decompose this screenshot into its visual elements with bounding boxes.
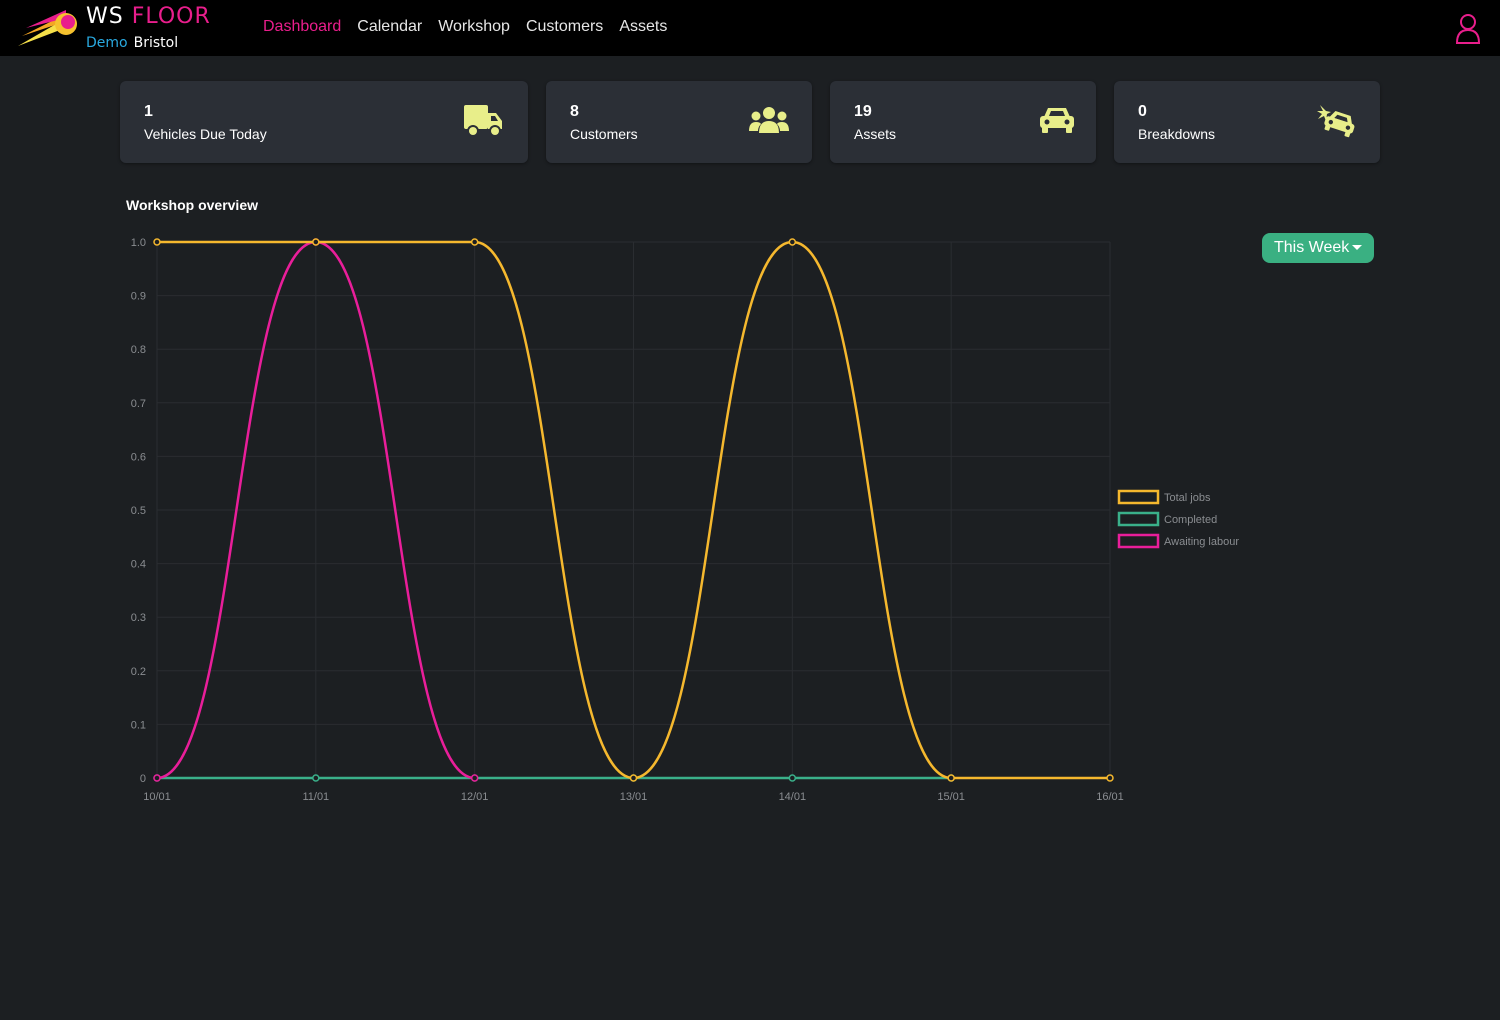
brand-title: WS FLOOR <box>86 4 211 30</box>
stat-value: 19 <box>854 103 872 120</box>
brand-ws: WS <box>86 4 124 29</box>
nav-customers[interactable]: Customers <box>526 17 603 37</box>
y-tick-label: 0.2 <box>131 666 146 678</box>
stat-label: Customers <box>570 126 638 142</box>
x-tick-label: 14/01 <box>779 791 807 803</box>
users-icon <box>749 107 789 133</box>
date-range-dropdown-button[interactable]: This Week <box>1262 233 1374 263</box>
data-point <box>947 774 955 782</box>
legend-swatch <box>1117 489 1160 505</box>
y-tick-label: 0.3 <box>131 612 146 624</box>
data-point <box>629 774 638 782</box>
x-tick-label: 13/01 <box>620 791 648 803</box>
stat-label: Breakdowns <box>1138 126 1216 142</box>
x-tick-label: 11/01 <box>302 791 329 803</box>
y-tick-label: 0.1 <box>131 719 146 731</box>
data-point <box>470 774 479 782</box>
stat-value: 8 <box>570 103 579 120</box>
y-tick-label: 0.7 <box>131 398 146 410</box>
y-tick-label: 0 <box>140 773 146 785</box>
nav-assets[interactable]: Assets <box>619 17 667 37</box>
truck-icon <box>464 105 502 137</box>
comet-logo-icon[interactable] <box>16 6 80 50</box>
y-tick-label: 0.6 <box>131 451 146 463</box>
data-point <box>153 774 161 782</box>
data-point <box>312 774 320 782</box>
caret-down-icon <box>1352 245 1362 250</box>
workshop-overview-chart: 0 0.1 0.2 0.3 0.4 0.5 0.6 0.7 0.8 0.9 1.0 10/01 11/0… <box>131 237 1240 803</box>
legend-label: Completed <box>1164 514 1217 526</box>
stat-value: 1 <box>144 103 153 120</box>
data-point <box>312 238 320 246</box>
car-icon <box>1040 108 1074 133</box>
legend-label: Total jobs <box>1164 492 1211 504</box>
legend-swatch <box>1117 511 1160 527</box>
car-crash-icon <box>1317 105 1355 138</box>
legend-label: Awaiting labour <box>1164 536 1239 548</box>
y-tick-label: 0.9 <box>131 291 146 303</box>
brand-demo: Demo <box>86 35 128 51</box>
data-point <box>470 238 479 246</box>
nav-dashboard[interactable]: Dashboard <box>263 17 341 37</box>
date-range-label: This Week <box>1274 239 1350 256</box>
nav-calendar[interactable]: Calendar <box>357 17 422 37</box>
x-tick-label: 16/01 <box>1096 791 1124 803</box>
x-tick-label: 15/01 <box>937 791 965 803</box>
data-point <box>153 238 161 246</box>
stat-card-breakdowns[interactable]: 0 Breakdowns <box>1114 81 1380 163</box>
nav-workshop[interactable]: Workshop <box>438 17 510 37</box>
data-point <box>1106 774 1114 782</box>
y-tick-label: 0.5 <box>131 505 146 517</box>
main-nav: Dashboard Calendar Workshop Customers As… <box>263 17 667 37</box>
data-point <box>788 774 797 782</box>
stat-card-vehicles-due[interactable]: 1 Vehicles Due Today <box>120 81 528 163</box>
brand-floor: FLOOR <box>131 4 211 29</box>
brand-branch: Bristol <box>133 35 179 51</box>
stat-label: Assets <box>854 126 897 142</box>
stat-value: 0 <box>1138 103 1147 120</box>
user-icon[interactable] <box>1454 12 1482 44</box>
brand-subtitle: Demo Bristol <box>86 34 178 52</box>
legend-swatch <box>1117 533 1160 549</box>
stat-label: Vehicles Due Today <box>144 126 267 142</box>
section-title: Workshop overview <box>126 197 259 213</box>
y-tick-label: 1.0 <box>131 237 146 249</box>
x-tick-label: 10/01 <box>143 791 171 803</box>
x-tick-label: 12/01 <box>461 791 489 803</box>
y-tick-label: 0.8 <box>131 344 146 356</box>
top-navbar: WS FLOOR Demo Bristol Dashboard Calendar W… <box>0 0 1500 56</box>
data-point <box>788 238 797 246</box>
stat-card-customers[interactable]: 8 Customers <box>546 81 812 163</box>
stat-card-assets[interactable]: 19 Assets <box>830 81 1096 163</box>
y-tick-label: 0.4 <box>131 559 146 571</box>
